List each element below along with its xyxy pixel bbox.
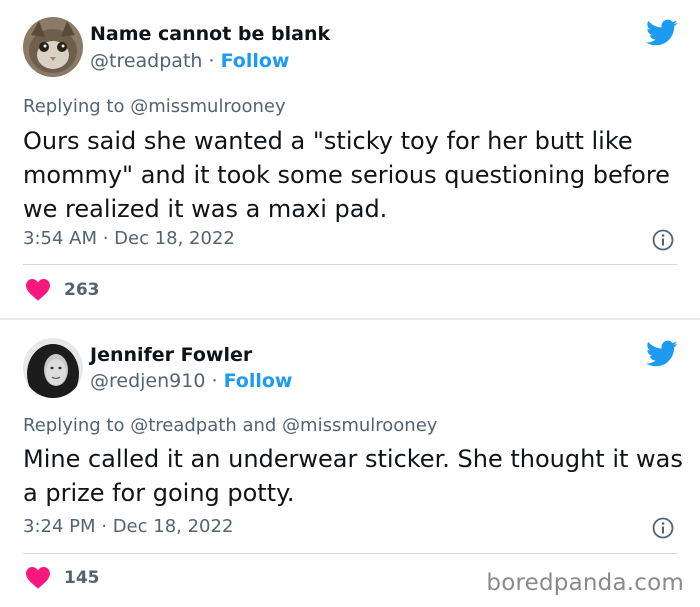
tweet-card-2: Jennifer Fowler @redjen910 · Follow Repl… <box>0 320 700 607</box>
separator-dot: · <box>208 50 215 72</box>
avatar[interactable] <box>23 17 83 77</box>
display-name[interactable]: Name cannot be blank <box>90 23 330 45</box>
heart-icon[interactable] <box>26 279 50 301</box>
like-count: 145 <box>64 568 100 588</box>
separator-dot: · <box>211 370 218 392</box>
tweet-card-1: Name cannot be blank @treadpath · Follow… <box>0 0 700 318</box>
display-name[interactable]: Jennifer Fowler <box>90 344 252 366</box>
watermark: boredpanda.com <box>486 570 684 596</box>
like-row[interactable]: 263 <box>26 279 100 301</box>
twitter-bird-icon[interactable] <box>646 340 678 368</box>
tweet-timestamp[interactable]: 3:24 PM · Dec 18, 2022 <box>23 516 233 537</box>
like-row[interactable]: 145 <box>26 567 100 589</box>
handle-row: @redjen910 · Follow <box>90 370 292 392</box>
replying-mention[interactable]: @missmulrooney <box>130 96 285 117</box>
replying-mention[interactable]: @treadpath and @missmulrooney <box>130 415 437 436</box>
replying-to: Replying to @missmulrooney <box>23 96 286 117</box>
follow-button[interactable]: Follow <box>224 370 293 392</box>
tweet-text: Ours said she wanted a "sticky toy for h… <box>23 127 670 223</box>
info-icon[interactable] <box>652 229 674 251</box>
divider <box>23 553 677 554</box>
divider <box>23 264 677 265</box>
like-count: 263 <box>64 280 100 300</box>
handle-row: @treadpath · Follow <box>90 50 289 72</box>
replying-to: Replying to @treadpath and @missmulroone… <box>23 415 437 436</box>
heart-icon[interactable] <box>26 567 50 589</box>
tweet-timestamp[interactable]: 3:54 AM · Dec 18, 2022 <box>23 228 235 249</box>
user-handle[interactable]: @treadpath <box>90 50 202 72</box>
info-icon[interactable] <box>652 517 674 539</box>
avatar[interactable] <box>23 338 83 398</box>
replying-prefix: Replying to <box>23 96 125 117</box>
tweet-text: Mine called it an underwear sticker. She… <box>23 445 683 507</box>
replying-prefix: Replying to <box>23 415 125 436</box>
twitter-bird-icon[interactable] <box>646 19 678 47</box>
follow-button[interactable]: Follow <box>221 50 290 72</box>
user-handle[interactable]: @redjen910 <box>90 370 205 392</box>
